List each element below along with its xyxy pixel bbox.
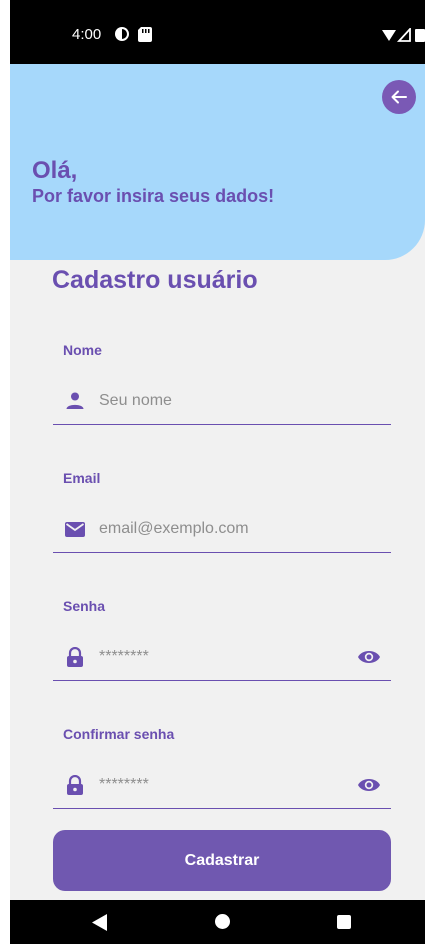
page-title: Cadastro usuário xyxy=(52,266,258,294)
nav-recents-icon[interactable] xyxy=(337,915,351,929)
status-bar: 4:00 xyxy=(10,0,425,64)
phone-screen: 4:00 Olá, Por favor insira seus dados! C… xyxy=(10,0,425,944)
signal-battery-icon xyxy=(382,28,425,42)
navigation-bar xyxy=(10,900,425,944)
confirm-password-input[interactable] xyxy=(97,771,331,799)
confirm-password-field[interactable] xyxy=(53,762,391,809)
back-button[interactable] xyxy=(382,80,416,114)
name-input[interactable] xyxy=(97,387,331,415)
person-icon xyxy=(66,392,84,409)
email-input[interactable] xyxy=(97,515,331,543)
envelope-icon xyxy=(65,522,85,537)
eye-icon[interactable] xyxy=(357,775,381,795)
name-label: Nome xyxy=(63,342,102,358)
greeting-text: Olá, xyxy=(32,157,78,184)
greeting-subtitle: Por favor insira seus dados! xyxy=(32,186,275,206)
sd-card-icon xyxy=(138,27,152,42)
lock-icon xyxy=(67,647,83,667)
name-field[interactable] xyxy=(53,378,391,425)
nav-home-icon[interactable] xyxy=(215,914,230,929)
register-button[interactable]: Cadastrar xyxy=(53,830,391,891)
data-saver-icon xyxy=(115,27,129,41)
eye-icon[interactable] xyxy=(357,647,381,667)
password-field[interactable] xyxy=(53,634,391,681)
email-label: Email xyxy=(63,470,101,486)
password-input[interactable] xyxy=(97,643,331,671)
password-label: Senha xyxy=(63,598,106,614)
lock-icon xyxy=(67,775,83,795)
arrow-left-icon xyxy=(391,90,407,104)
nav-back-icon[interactable] xyxy=(92,914,108,931)
status-time: 4:00 xyxy=(72,26,102,43)
email-field[interactable] xyxy=(53,506,391,553)
confirm-password-label: Confirmar senha xyxy=(63,726,175,742)
